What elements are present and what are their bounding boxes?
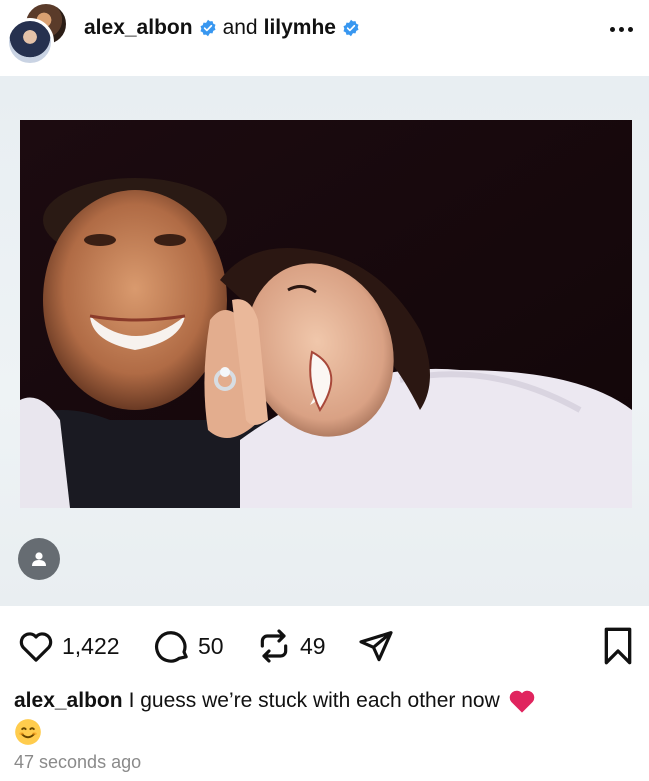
share-icon[interactable] xyxy=(356,626,396,666)
post-header: alex_albon and lilymhe xyxy=(0,0,649,70)
like-action[interactable]: 1,422 xyxy=(16,626,120,666)
more-horizontal-icon xyxy=(618,26,624,32)
and-label: and xyxy=(222,16,258,39)
post-photo[interactable] xyxy=(20,120,632,508)
save-action[interactable] xyxy=(600,626,636,666)
username-link[interactable]: lilymhe xyxy=(264,16,336,40)
username-link[interactable]: alex_albon xyxy=(84,16,193,40)
red-heart-emoji-icon xyxy=(509,691,535,714)
more-options-button[interactable] xyxy=(606,14,636,44)
share-action[interactable] xyxy=(356,626,396,666)
smiling-face-emoji-icon xyxy=(15,719,41,745)
comment-count[interactable]: 50 xyxy=(198,633,224,660)
bookmark-icon[interactable] xyxy=(600,626,636,666)
repost-icon[interactable] xyxy=(254,626,294,666)
tagged-users-button[interactable] xyxy=(18,538,60,580)
author-names: alex_albon and lilymhe xyxy=(84,16,360,40)
avatar-alex-albon[interactable] xyxy=(6,18,54,66)
comment-icon[interactable] xyxy=(152,626,192,666)
heart-icon[interactable] xyxy=(16,626,56,666)
caption-text: I guess we’re stuck with each other now xyxy=(128,689,500,712)
more-horizontal-icon xyxy=(609,26,615,32)
verified-badge-icon xyxy=(200,19,216,37)
repost-count[interactable]: 49 xyxy=(300,633,326,660)
post-actions: 1,422 50 49 xyxy=(0,618,649,674)
verified-badge-icon xyxy=(343,19,359,37)
user-tag-icon xyxy=(32,552,46,566)
caption-username[interactable]: alex_albon xyxy=(14,689,123,712)
more-horizontal-icon xyxy=(627,26,633,32)
like-count[interactable]: 1,422 xyxy=(62,633,120,660)
collab-avatars[interactable] xyxy=(6,2,68,66)
post-image-frame[interactable] xyxy=(0,76,649,606)
repost-action[interactable]: 49 xyxy=(254,626,326,666)
post-caption: alex_albon I guess we’re stuck with each … xyxy=(14,686,634,746)
comment-action[interactable]: 50 xyxy=(152,626,224,666)
couple-photo-illustration xyxy=(20,120,632,508)
post-timestamp[interactable]: 47 seconds ago xyxy=(14,752,141,773)
